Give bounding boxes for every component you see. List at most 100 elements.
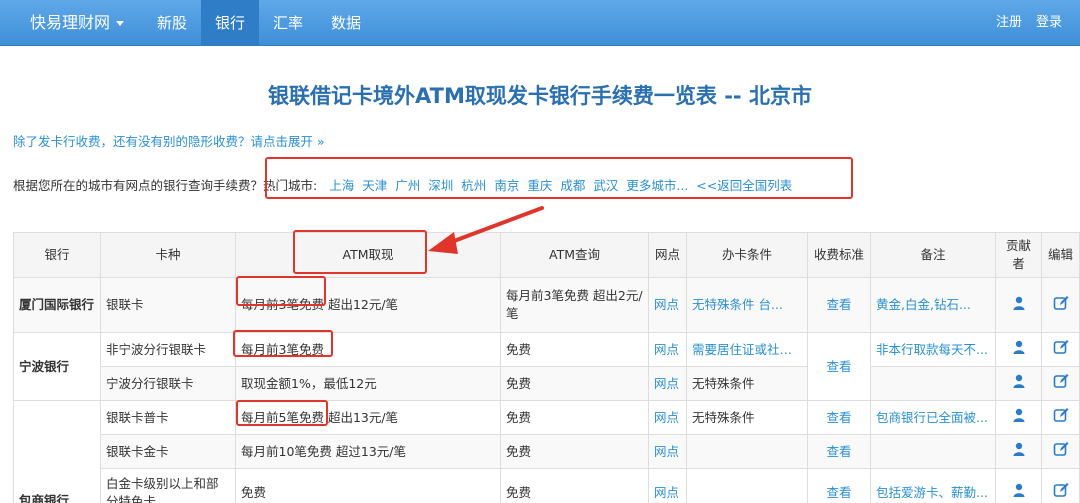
table-row: 宁波银行 非宁波分行银联卡 每月前3笔免费 免费 网点 需要居住证或社保... … [13,332,1080,401]
nav-item-data[interactable]: 数据 [317,0,375,46]
edit-cell [1041,434,1080,469]
atm-query-fee: 免费 [500,400,649,435]
atm-query-fee: 免费 [500,332,649,367]
nav-item-exchange-rates[interactable]: 汇率 [259,0,317,46]
bank-name: 宁波银行 [13,332,101,401]
user-icon[interactable] [1012,408,1026,427]
atm-free-quota: 每月前3笔免费 [241,297,324,312]
back-to-national-list-link[interactable]: <<返回全国列表 [696,175,792,194]
edit-icon[interactable] [1053,295,1069,316]
top-navbar: 快易理财网 新股 银行 汇率 数据 注册 登录 [0,0,1080,46]
notes-link[interactable]: 黄金,白金,钻石... [870,277,996,333]
atm-query-fee: 免费 [500,434,649,469]
edit-cell [1041,400,1080,435]
edit-icon[interactable] [1053,482,1069,503]
caret-down-icon [116,21,125,26]
fee-standard-link[interactable]: 查看 [807,434,871,469]
conditions-link[interactable]: 需要居住证或社保... [686,332,808,367]
card-type: 宁波分行银联卡 [100,366,236,401]
fee-standard-link[interactable]: 查看 [807,277,871,333]
col-header-card-type[interactable]: 卡种 [100,232,236,278]
brand-label: 快易理财网 [30,13,111,32]
col-header-outlet[interactable]: 网点 [648,232,687,278]
contributor-cell [995,400,1042,435]
city-link-shanghai[interactable]: 上海 [329,175,354,194]
edit-cell [1041,277,1080,333]
bank-name: 包商银行 [13,400,101,503]
contributor-cell [995,332,1042,367]
city-link-nanjing[interactable]: 南京 [494,175,519,194]
city-link-chongqing[interactable]: 重庆 [527,175,552,194]
conditions-text: 无特殊条件 [686,400,808,435]
fee-standard-link[interactable]: 查看 [807,400,871,435]
outlet-link[interactable]: 网点 [648,332,687,367]
col-header-conditions[interactable]: 办卡条件 [686,232,808,278]
red-arrow-annotation [428,206,544,254]
more-cities-link[interactable]: 更多城市... [626,175,688,194]
login-link[interactable]: 登录 [1036,0,1062,46]
card-type: 非宁波分行银联卡 [100,332,236,367]
notes-empty [870,434,996,469]
card-type: 银联卡普卡 [100,400,236,435]
outlet-link[interactable]: 网点 [648,468,687,503]
atm-withdrawal-fee: 每月前5笔免费 超出13元/笔 [235,400,501,435]
outlet-link[interactable]: 网点 [648,277,687,333]
outlet-link[interactable]: 网点 [648,400,687,435]
edit-icon[interactable] [1053,339,1069,360]
city-link-tianjin[interactable]: 天津 [362,175,387,194]
atm-extra-fee: 超出13元/笔 [323,409,399,425]
atm-free-quota: 每月前3笔免费 [241,341,324,357]
edit-icon[interactable] [1053,441,1069,462]
col-header-bank[interactable]: 银行 [13,232,101,278]
col-header-contributor[interactable]: 贡献者 [995,232,1042,278]
atm-query-fee: 免费 [500,468,649,503]
notes-link[interactable]: 非本行取款每天不... [870,332,996,367]
fee-standard-link[interactable]: 查看 [807,332,871,401]
user-icon[interactable] [1012,340,1026,359]
user-icon[interactable] [1012,483,1026,502]
hot-cities-label: 热门城市: [263,178,318,193]
hidden-fee-expand-link[interactable]: 除了发卡行收费，还有没有别的隐形收费？请点击展开 » [13,131,325,150]
page-title: 银联借记卡境外ATM取现发卡银行手续费一览表 -- 北京市 [268,84,812,108]
city-link-chengdu[interactable]: 成都 [560,175,585,194]
city-link-wuhan[interactable]: 武汉 [593,175,618,194]
edit-cell [1041,468,1080,503]
city-link-hangzhou[interactable]: 杭州 [461,175,486,194]
atm-extra-fee: 超出12元/笔 [323,297,399,312]
user-icon[interactable] [1012,296,1026,315]
city-prompt: 根据您所在的城市有网点的银行查询手续费？ [13,178,264,193]
col-header-fee-standard[interactable]: 收费标准 [807,232,871,278]
card-type: 银联卡金卡 [100,434,236,469]
atm-withdrawal-fee: 每月前10笔免费 超过13元/笔 [235,434,501,469]
user-icon[interactable] [1012,442,1026,461]
atm-query-fee: 每月前3笔免费 超出2元/笔 [500,277,649,333]
table-row: 厦门国际银行 银联卡 每月前3笔免费 超出12元/笔 每月前3笔免费 超出2元/… [13,277,1080,333]
edit-icon[interactable] [1053,407,1069,428]
register-link[interactable]: 注册 [982,0,1036,46]
conditions-empty [686,468,808,503]
notes-link[interactable]: 包商银行已全面被... [870,400,996,435]
col-header-notes[interactable]: 备注 [870,232,996,278]
user-icon[interactable] [1012,374,1026,393]
conditions-empty [686,434,808,469]
notes-link[interactable]: 包括爱游卡、薪勤... [870,468,996,503]
fee-standard-link[interactable]: 查看 [807,468,871,503]
brand-menu[interactable]: 快易理财网 [16,0,125,46]
outlet-link[interactable]: 网点 [648,434,687,469]
bank-name: 厦门国际银行 [13,277,101,333]
card-type: 银联卡 [100,277,236,333]
col-header-edit[interactable]: 编辑 [1041,232,1080,278]
nav-item-new-stocks[interactable]: 新股 [143,0,201,46]
edit-icon[interactable] [1053,373,1069,394]
fee-table: 银行 卡种 ATM取现 ATM查询 网点 办卡条件 收费标准 备注 贡献者 编辑… [13,232,1080,503]
city-link-shenzhen[interactable]: 深圳 [428,175,453,194]
conditions-link[interactable]: 无特殊条件 台... [686,277,808,333]
contributor-cell [995,468,1042,503]
city-filter-row: 根据您所在的城市有网点的银行查询手续费？热门城市: 上海 天津 广州 深圳 杭州 南京 重庆成… [13,175,800,194]
nav-item-banks[interactable]: 银行 [201,0,260,46]
table-row: 包商银行 银联卡普卡 每月前5笔免费 超出13元/笔 免费 网点 无特殊条件 查… [13,400,1080,503]
outlet-link[interactable]: 网点 [648,366,687,401]
atm-withdrawal-fee: 每月前3笔免费 [235,332,501,367]
city-link-guangzhou[interactable]: 广州 [395,175,420,194]
atm-query-fee: 免费 [500,366,649,401]
